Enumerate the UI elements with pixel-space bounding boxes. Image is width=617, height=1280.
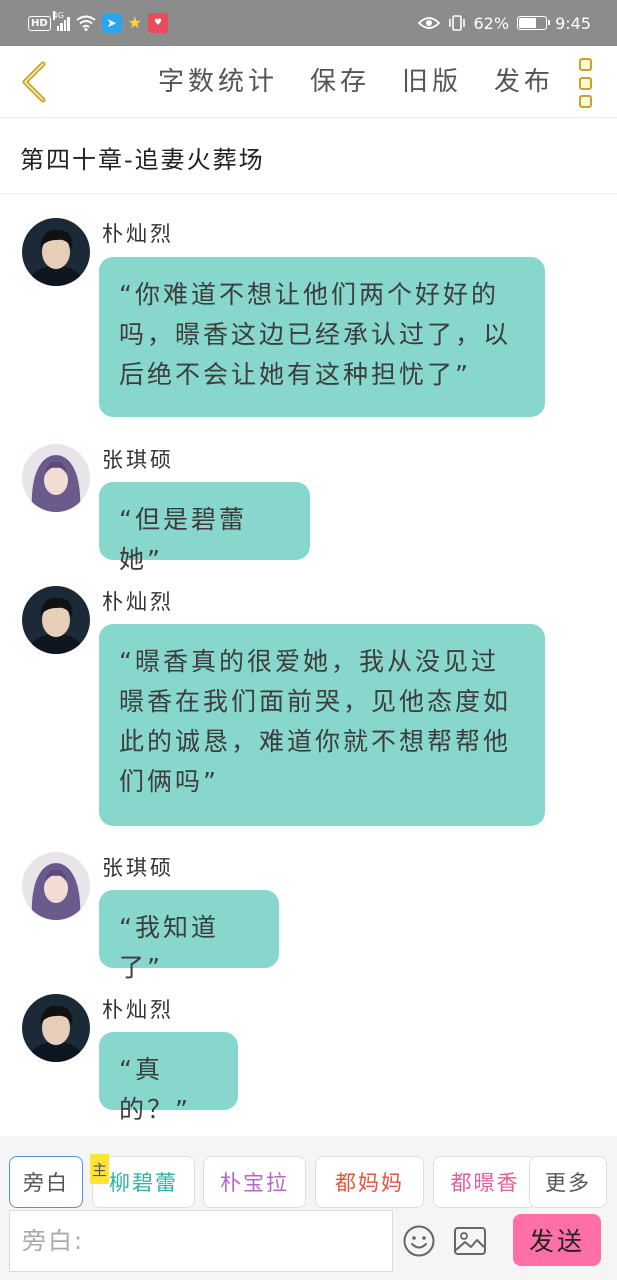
message-bubble[interactable]: “但是碧蕾她” — [99, 482, 310, 574]
notification-star-icon: ★ — [127, 13, 143, 32]
sender-name: 朴灿烈 — [102, 998, 174, 1022]
save-button[interactable]: 保存 — [310, 64, 370, 100]
battery-icon — [517, 16, 551, 30]
status-bar: HD 4G ➤ ★ ♥ 62% 9:45 — [0, 0, 617, 46]
more-roles-button[interactable]: 更多 — [529, 1156, 607, 1208]
vibrate-icon — [448, 15, 465, 31]
role-du-mama[interactable]: 都妈妈 — [315, 1156, 424, 1208]
back-button[interactable] — [14, 58, 54, 106]
male-avatar[interactable] — [22, 994, 90, 1062]
clock: 9:45 — [555, 13, 591, 33]
wifi-icon — [76, 15, 96, 31]
toolbar-actions: 字数统计 保存 旧版 发布 — [158, 64, 554, 100]
chapter-title[interactable]: 第四十章-追妻火葬场 — [20, 140, 265, 175]
chapter-header: 第四十章-追妻火葬场 — [0, 118, 617, 194]
sender-name: 朴灿烈 — [102, 590, 174, 614]
chevron-left-icon — [22, 61, 46, 103]
smiley-icon[interactable] — [402, 1224, 436, 1258]
female-avatar[interactable] — [22, 852, 90, 920]
role-narrator[interactable]: 旁白 — [9, 1156, 83, 1208]
main-character-badge: 主 — [90, 1154, 109, 1184]
message-input[interactable] — [9, 1210, 393, 1272]
message-list[interactable]: 朴灿烈 “你难道不想让他们两个好好的吗，暻香这边已经承认过了，以后绝不会让她有这… — [0, 194, 617, 1136]
notification-app-icon: ➤ — [101, 13, 122, 33]
female-avatar[interactable] — [22, 444, 90, 512]
male-avatar[interactable] — [22, 586, 90, 654]
input-bar: 发送 — [0, 1210, 617, 1280]
battery-percent: 62% — [473, 13, 510, 33]
message-bubble[interactable]: “你难道不想让他们两个好好的吗，暻香这边已经承认过了，以后绝不会让她有这种担忧了… — [99, 257, 545, 417]
role-du-jingxiang[interactable]: 都暻香 — [433, 1156, 537, 1208]
vertical-dots-icon — [578, 58, 592, 71]
cellular-signal-icon: 4G — [52, 11, 70, 31]
sender-name: 张琪硕 — [102, 448, 174, 472]
top-toolbar: 字数统计 保存 旧版 发布 — [0, 46, 617, 118]
sender-name: 张琪硕 — [102, 856, 174, 880]
sender-name: 朴灿烈 — [102, 222, 174, 246]
hd-indicator: HD — [28, 15, 51, 31]
message-bubble[interactable]: “我知道了” — [99, 890, 279, 982]
publish-button[interactable]: 发布 — [494, 64, 554, 100]
network-type-label: 4G — [52, 11, 64, 20]
old-version-button[interactable]: 旧版 — [402, 64, 462, 100]
image-icon[interactable] — [453, 1226, 487, 1256]
word-count-button[interactable]: 字数统计 — [158, 64, 278, 100]
message-bubble[interactable]: “暻香真的很爱她，我从没见过暻香在我们面前哭，见他态度如此的诚恳，难道你就不想帮… — [99, 624, 545, 826]
more-menu-button[interactable] — [573, 58, 597, 108]
battery-level-fill — [519, 18, 537, 28]
send-button[interactable]: 发送 — [513, 1214, 601, 1266]
eye-comfort-icon — [417, 17, 440, 29]
message-bubble[interactable]: “真的？” — [99, 1032, 238, 1124]
notification-heart-icon: ♥ — [148, 13, 169, 33]
male-avatar[interactable] — [22, 218, 90, 286]
role-pu-baola[interactable]: 朴宝拉 — [203, 1156, 306, 1208]
